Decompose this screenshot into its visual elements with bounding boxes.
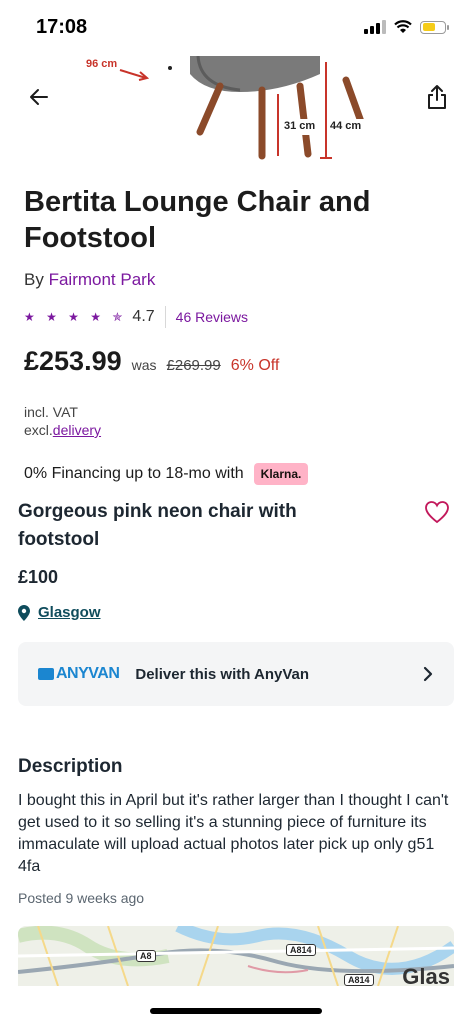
status-icons — [364, 20, 449, 34]
chevron-right-icon — [423, 666, 433, 682]
listing-title: Gorgeous pink neon chair with footstool — [18, 501, 297, 550]
product-details: Bertita Lounge Chair and Footstool By Fa… — [24, 184, 444, 485]
map-roads — [18, 926, 454, 986]
favorite-button[interactable] — [424, 500, 450, 529]
location-map[interactable]: A8 A814 A814 Glas — [18, 926, 454, 986]
price-row: £253.99 was £269.99 6% Off — [24, 346, 444, 377]
listing-section: Gorgeous pink neon chair with footstool … — [18, 498, 454, 621]
brand-link[interactable]: Fairmont Park — [49, 270, 156, 289]
reviews-link[interactable]: 46 Reviews — [176, 309, 248, 325]
anyvan-logo: ANYVAN — [38, 665, 120, 683]
status-bar: 17:08 — [0, 0, 472, 56]
road-label: A814 — [286, 944, 316, 956]
divider — [164, 306, 166, 328]
anyvan-logo-text: ANYVAN — [56, 665, 120, 682]
delivery-link[interactable]: delivery — [53, 422, 101, 438]
vat-info: incl. VAT excl.delivery — [24, 403, 444, 439]
financing-text: 0% Financing up to 18-mo with — [24, 465, 244, 482]
dimension-label: 31 cm — [284, 120, 316, 132]
battery-icon — [420, 20, 449, 34]
road-label: A814 — [344, 974, 374, 986]
location-text: Glasgow — [38, 604, 101, 621]
delivery-line: excl.delivery — [24, 421, 444, 439]
location-pin-icon — [18, 604, 30, 621]
road-label: A8 — [136, 950, 156, 962]
was-price: £269.99 — [166, 357, 221, 374]
dimension-label: 44 cm — [330, 120, 362, 132]
description-heading: Description — [18, 756, 123, 777]
location-link[interactable]: Glasgow — [18, 604, 454, 621]
rating-row[interactable]: ★ ★ ★ ★ ✯ 4.7 46 Reviews — [24, 306, 444, 328]
heart-icon — [425, 501, 449, 524]
wifi-icon — [394, 20, 412, 33]
chair-image — [119, 56, 369, 160]
description-body: I bought this in April but it's rather l… — [18, 792, 449, 875]
dimension-label: 96 cm — [86, 58, 118, 70]
signal-icon — [364, 20, 386, 34]
posted-date: Posted 9 weeks ago — [18, 890, 145, 906]
delivery-prefix: excl. — [24, 422, 53, 438]
anyvan-delivery-button[interactable]: ANYVAN Deliver this with AnyVan — [18, 642, 454, 706]
share-button[interactable] — [420, 80, 454, 114]
anyvan-label: Deliver this with AnyVan — [135, 665, 310, 683]
was-label: was — [131, 357, 157, 373]
arrow-left-icon — [30, 89, 48, 105]
by-prefix: By — [24, 270, 44, 289]
klarna-badge: Klarna. — [253, 463, 309, 485]
rating-value: 4.7 — [132, 308, 155, 325]
current-price: £253.99 — [24, 346, 122, 376]
share-icon — [428, 85, 446, 109]
home-indicator[interactable] — [150, 1008, 322, 1014]
description-section: Description I bought this in April but i… — [18, 756, 454, 906]
product-image[interactable]: 96 cm 31 cm 44 cm — [0, 56, 472, 168]
back-button[interactable] — [22, 80, 56, 114]
discount-badge: 6% Off — [230, 357, 280, 374]
van-icon — [38, 668, 54, 680]
financing-row[interactable]: 0% Financing up to 18-mo with Klarna. — [24, 463, 444, 485]
star-rating-icon: ★ ★ ★ ★ ✯ — [24, 310, 127, 324]
vat-line: incl. VAT — [24, 404, 78, 420]
map-city-label: Glas — [402, 964, 450, 986]
brand-line: By Fairmont Park — [24, 270, 444, 290]
product-title: Bertita Lounge Chair and Footstool — [24, 186, 371, 254]
listing-price: £100 — [18, 567, 59, 587]
status-time: 17:08 — [36, 16, 88, 38]
